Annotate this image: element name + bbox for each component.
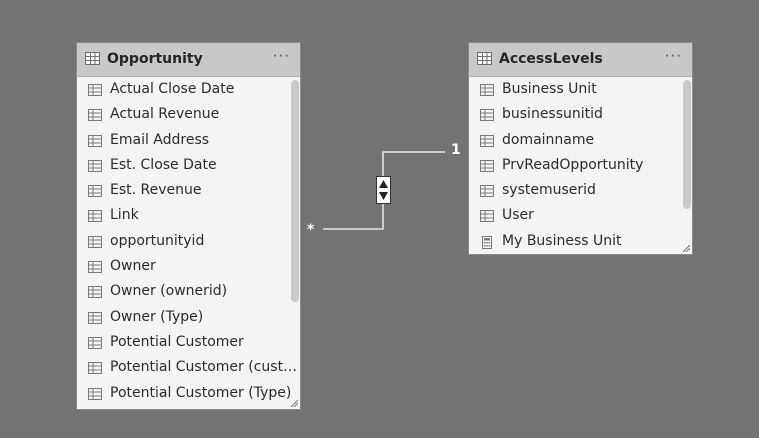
table-title: AccessLevels [499,51,603,67]
table-icon [85,52,100,65]
more-options-button[interactable]: ··· [273,47,290,65]
table-column-icon [480,134,494,147]
table-column-icon [480,185,494,198]
resize-grip-icon[interactable] [683,245,690,252]
field-label: Potential Customer (Type) [110,384,292,401]
accesslevels-table-card[interactable]: AccessLevels ··· Business Unit businessu… [468,42,693,255]
field-row[interactable]: Business Unit [469,78,692,103]
field-label: My Business Unit [502,232,622,249]
table-column-icon [88,286,102,299]
table-column-icon [88,210,102,223]
field-row[interactable]: Potential Customer [77,331,300,356]
field-label: PrvReadOpportunity [502,156,644,173]
field-row[interactable]: Link [77,204,300,229]
table-column-icon [88,134,102,147]
field-label: Actual Revenue [110,106,220,123]
vertical-scrollbar[interactable] [683,80,691,209]
opportunity-table-header[interactable]: Opportunity ··· [77,43,300,77]
table-column-icon [88,336,102,349]
both-directions-arrows-icon[interactable] [376,176,391,204]
table-column-icon [480,159,494,172]
field-label: Est. Close Date [110,156,217,173]
field-row[interactable]: Est. Close Date [77,154,300,179]
table-column-icon [88,261,102,274]
resize-grip-icon[interactable] [291,400,298,407]
relationship-many-marker: * [307,222,315,238]
table-column-icon [88,159,102,172]
field-list: Business Unit businessunitid domainname … [469,78,692,254]
field-row[interactable]: Potential Customer (cust… [77,356,300,381]
field-row[interactable]: systemuserid [469,179,692,204]
field-label: Potential Customer [110,333,244,350]
field-row[interactable]: Owner (Type) [77,306,300,331]
table-icon [477,52,492,65]
more-options-button[interactable]: ··· [665,47,682,65]
field-label: Email Address [110,131,210,148]
vertical-scrollbar[interactable] [291,80,299,302]
field-row[interactable]: Actual Close Date [77,78,300,103]
field-label: Owner (Type) [110,308,204,325]
field-label: businessunitid [502,106,603,123]
field-row[interactable]: Actual Revenue [77,103,300,128]
field-label: Business Unit [502,81,597,97]
field-row[interactable]: businessunitid [469,103,692,128]
calculator-measure-icon [480,235,494,249]
opportunity-table-card[interactable]: Opportunity ··· Actual Close Date Actual… [76,42,301,410]
table-column-icon [88,362,102,375]
field-row[interactable]: domainname [469,129,692,154]
field-label: Est. Revenue [110,182,202,199]
field-label: Actual Close Date [110,81,235,97]
accesslevels-table-header[interactable]: AccessLevels ··· [469,43,692,77]
field-label: Owner (ownerid) [110,283,228,300]
field-row[interactable]: opportunityid [77,230,300,255]
relationship-one-marker: 1 [451,142,461,158]
field-row[interactable]: My Business Unit [469,230,692,254]
table-title: Opportunity [107,51,203,67]
table-column-icon [480,210,494,223]
table-column-icon [88,109,102,122]
table-column-icon [88,311,102,324]
table-column-icon [88,84,102,96]
field-row[interactable]: PrvReadOpportunity [469,154,692,179]
field-row[interactable]: Est. Revenue [77,179,300,204]
field-row[interactable]: Email Address [77,129,300,154]
field-label: Potential Customer (cust… [110,359,298,376]
field-row[interactable]: Owner [77,255,300,280]
field-label: Link [110,207,139,224]
table-column-icon [88,185,102,198]
field-row[interactable]: Potential Customer (Type) [77,382,300,407]
table-column-icon [480,109,494,122]
field-label: domainname [502,131,595,148]
field-label: systemuserid [502,182,596,199]
field-list: Actual Close Date Actual Revenue Email A… [77,78,300,409]
field-label: User [502,207,534,224]
table-column-icon [88,387,102,400]
table-column-icon [88,235,102,248]
table-column-icon [480,84,494,96]
field-row[interactable]: Owner (ownerid) [77,280,300,305]
field-label: opportunityid [110,232,205,249]
field-row[interactable]: User [469,204,692,229]
field-label: Owner [110,258,156,275]
